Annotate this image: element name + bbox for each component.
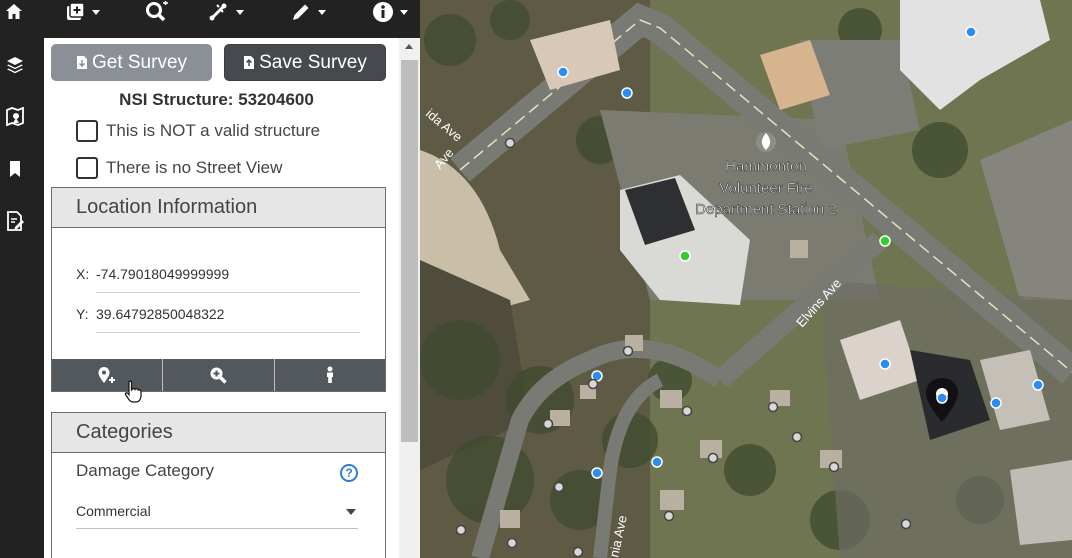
search-feature-icon [146,1,168,22]
map-marker-blue[interactable] [965,26,977,38]
home-icon[interactable] [4,0,24,24]
map-marker-grey[interactable] [553,481,565,493]
map-marker-grey[interactable] [587,378,599,390]
info-icon [373,2,393,22]
edit-pencil-button[interactable] [290,0,326,24]
survey-panel: Get Survey Save Survey NSI Structure: 53… [44,38,420,558]
location-tools [52,359,385,391]
survey-form-icon[interactable] [4,210,26,232]
help-icon[interactable]: ? [340,464,358,482]
map-marker-grey[interactable] [622,345,634,357]
location-information-header[interactable]: Location Information [52,188,385,228]
map-marker-blue[interactable] [990,397,1002,409]
fire-station-icon [756,132,776,152]
add-layer-icon [67,2,85,20]
map-marker-grey[interactable] [506,537,518,549]
map-marker-grey[interactable] [828,461,840,473]
map-marker-green[interactable] [679,250,691,262]
add-location-icon [98,367,116,383]
map-marker-blue[interactable] [1032,379,1044,391]
map-marker-selected[interactable] [936,392,948,404]
get-survey-button[interactable]: Get Survey [51,44,212,81]
save-survey-button[interactable]: Save Survey [224,44,386,81]
x-coordinate-field[interactable]: -74.79018049999999 [96,266,360,293]
map-marker-grey[interactable] [707,452,719,464]
info-button[interactable] [372,0,408,24]
map-marker-grey[interactable] [900,518,912,530]
map-marker-grey[interactable] [663,510,675,522]
poi-label-line-1: Hammonton [725,158,807,175]
layers-icon[interactable] [4,54,26,76]
no-street-view-option[interactable]: There is no Street View [76,157,282,179]
file-download-icon [76,56,87,69]
poi-label-line-2: Volunteer Fire [719,180,812,197]
damage-category-label: Damage Category [76,461,214,480]
scrollbar-thumb[interactable] [401,60,418,442]
add-location-button[interactable] [52,359,164,391]
left-rail [0,38,44,558]
map-marker-grey[interactable] [572,546,584,558]
bookmark-icon[interactable] [4,158,26,180]
x-coordinate: X: -74.79018049999999 [76,266,360,293]
poi-label-line-3: Department Station 2 [695,201,837,218]
map-pin-icon[interactable] [4,106,26,128]
satellite-map[interactable]: Hammonton Volunteer Fire Department Stat… [420,0,1072,558]
categories-section: Categories Damage Category ? Commercial [51,412,386,558]
map-marker-grey[interactable] [542,418,554,430]
map-marker-blue[interactable] [651,456,663,468]
zoom-to-location-button[interactable] [163,359,275,391]
file-upload-icon [244,56,255,69]
map-marker-grey[interactable] [455,524,467,536]
map-marker-grey[interactable] [767,401,779,413]
map-marker-blue[interactable] [557,66,569,78]
street-view-button[interactable] [275,359,385,391]
add-layer-button[interactable] [64,0,100,24]
search-feature-button[interactable] [144,0,170,24]
damage-category-select[interactable]: Commercial [76,503,358,529]
measure-tool-icon [209,3,227,21]
panel-scrollbar[interactable] [399,38,420,558]
nsi-structure-id: NSI Structure: 53204600 [119,90,314,109]
location-information-section: Location Information X: -74.790180499999… [51,187,386,403]
edit-pencil-icon [293,4,309,20]
not-valid-structure-option[interactable]: This is NOT a valid structure [76,120,320,142]
map-marker-grey[interactable] [791,431,803,443]
street-view-person-icon [326,366,333,383]
map-marker-green[interactable] [879,235,891,247]
map-marker-blue[interactable] [621,87,633,99]
mouse-cursor-icon [124,380,142,403]
y-coordinate: Y: 39.64792850048322 [76,306,360,333]
no-street-view-checkbox[interactable] [76,157,98,179]
measure-tool-button[interactable] [208,0,244,24]
map-marker-blue[interactable] [591,467,603,479]
map-marker-grey[interactable] [681,405,693,417]
categories-header[interactable]: Categories [52,413,385,453]
zoom-in-icon [210,367,228,384]
scroll-up-arrow[interactable] [405,44,413,49]
not-valid-structure-checkbox[interactable] [76,120,98,142]
map-marker-blue[interactable] [879,358,891,370]
map-marker-grey[interactable] [504,137,516,149]
chevron-down-icon [346,509,356,515]
y-coordinate-field[interactable]: 39.64792850048322 [96,306,360,333]
